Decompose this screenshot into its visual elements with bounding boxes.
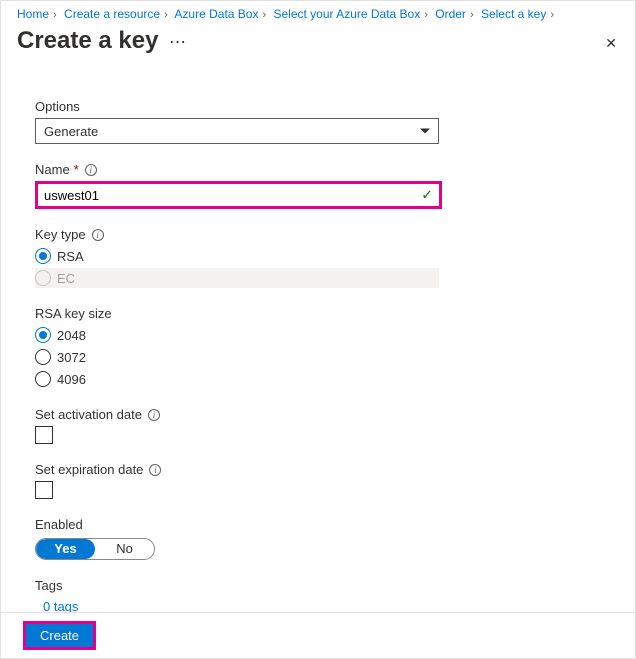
enabled-toggle[interactable]: Yes No	[35, 538, 155, 560]
tags-field: Tags 0 tags	[35, 578, 471, 614]
activation-checkbox[interactable]	[35, 426, 53, 444]
info-icon[interactable]: i	[85, 164, 97, 176]
activation-date-label: Set activation date i	[35, 407, 471, 422]
required-icon: *	[74, 162, 79, 177]
expiration-date-label: Set expiration date i	[35, 462, 471, 477]
radio-icon	[35, 371, 51, 387]
info-icon[interactable]: i	[148, 409, 160, 421]
info-icon[interactable]: i	[149, 464, 161, 476]
create-button-highlight: Create	[23, 621, 96, 650]
enabled-yes[interactable]: Yes	[36, 539, 95, 559]
expiration-checkbox[interactable]	[35, 481, 53, 499]
chevron-right-icon: ›	[546, 9, 558, 21]
radio-icon	[35, 349, 51, 365]
options-select[interactable]: Generate	[35, 118, 439, 144]
radio-icon	[35, 248, 51, 264]
options-label: Options	[35, 99, 471, 114]
chevron-right-icon: ›	[160, 9, 172, 21]
name-field: Name * i ✓	[35, 162, 471, 209]
chevron-right-icon: ›	[258, 9, 270, 21]
chevron-down-icon	[420, 129, 430, 134]
radio-icon	[35, 270, 51, 286]
breadcrumb-select-data-box[interactable]: Select your Azure Data Box	[273, 7, 420, 21]
activation-date-field: Set activation date i	[35, 407, 471, 444]
radio-label: RSA	[57, 249, 84, 264]
info-icon[interactable]: i	[92, 229, 104, 241]
panel-header: Create a key … ✕	[1, 25, 635, 63]
key-size-label: RSA key size	[35, 306, 471, 321]
create-button[interactable]: Create	[26, 624, 93, 647]
checkmark-icon: ✓	[421, 187, 433, 204]
tags-label: Tags	[35, 578, 471, 593]
breadcrumb-azure-data-box[interactable]: Azure Data Box	[174, 7, 258, 21]
name-input[interactable]	[38, 184, 439, 206]
radio-label: EC	[57, 271, 75, 286]
more-menu-icon[interactable]: …	[168, 27, 188, 48]
key-size-3072-radio[interactable]: 3072	[35, 347, 471, 367]
radio-icon	[35, 327, 51, 343]
expiration-date-field: Set expiration date i	[35, 462, 471, 499]
chevron-right-icon: ›	[466, 9, 478, 21]
footer-bar: Create	[1, 612, 635, 658]
chevron-right-icon: ›	[420, 9, 432, 21]
enabled-label: Enabled	[35, 517, 471, 532]
radio-label: 2048	[57, 328, 86, 343]
options-value: Generate	[44, 124, 98, 139]
options-field: Options Generate	[35, 99, 471, 144]
chevron-right-icon: ›	[49, 9, 61, 21]
key-type-label: Key type i	[35, 227, 471, 242]
radio-label: 3072	[57, 350, 86, 365]
breadcrumb-home[interactable]: Home	[17, 7, 49, 21]
name-label: Name * i	[35, 162, 471, 177]
name-input-highlight: ✓	[35, 181, 442, 209]
enabled-field: Enabled Yes No	[35, 517, 471, 560]
key-type-ec-radio: EC	[35, 268, 439, 288]
breadcrumb-create-resource[interactable]: Create a resource	[64, 7, 160, 21]
breadcrumb-order[interactable]: Order	[435, 7, 466, 21]
breadcrumb-select-key[interactable]: Select a key	[481, 7, 546, 21]
key-type-rsa-radio[interactable]: RSA	[35, 246, 471, 266]
breadcrumb: Home› Create a resource› Azure Data Box›…	[1, 1, 635, 25]
key-type-field: Key type i RSA EC	[35, 227, 471, 288]
enabled-no[interactable]: No	[95, 539, 154, 559]
key-size-field: RSA key size 2048 3072 4096	[35, 306, 471, 389]
close-icon[interactable]: ✕	[601, 31, 621, 56]
page-title: Create a key	[17, 27, 158, 55]
key-size-2048-radio[interactable]: 2048	[35, 325, 471, 345]
create-key-form: Options Generate Name * i ✓ Key type i R…	[1, 63, 471, 614]
key-size-4096-radio[interactable]: 4096	[35, 369, 471, 389]
radio-label: 4096	[57, 372, 86, 387]
